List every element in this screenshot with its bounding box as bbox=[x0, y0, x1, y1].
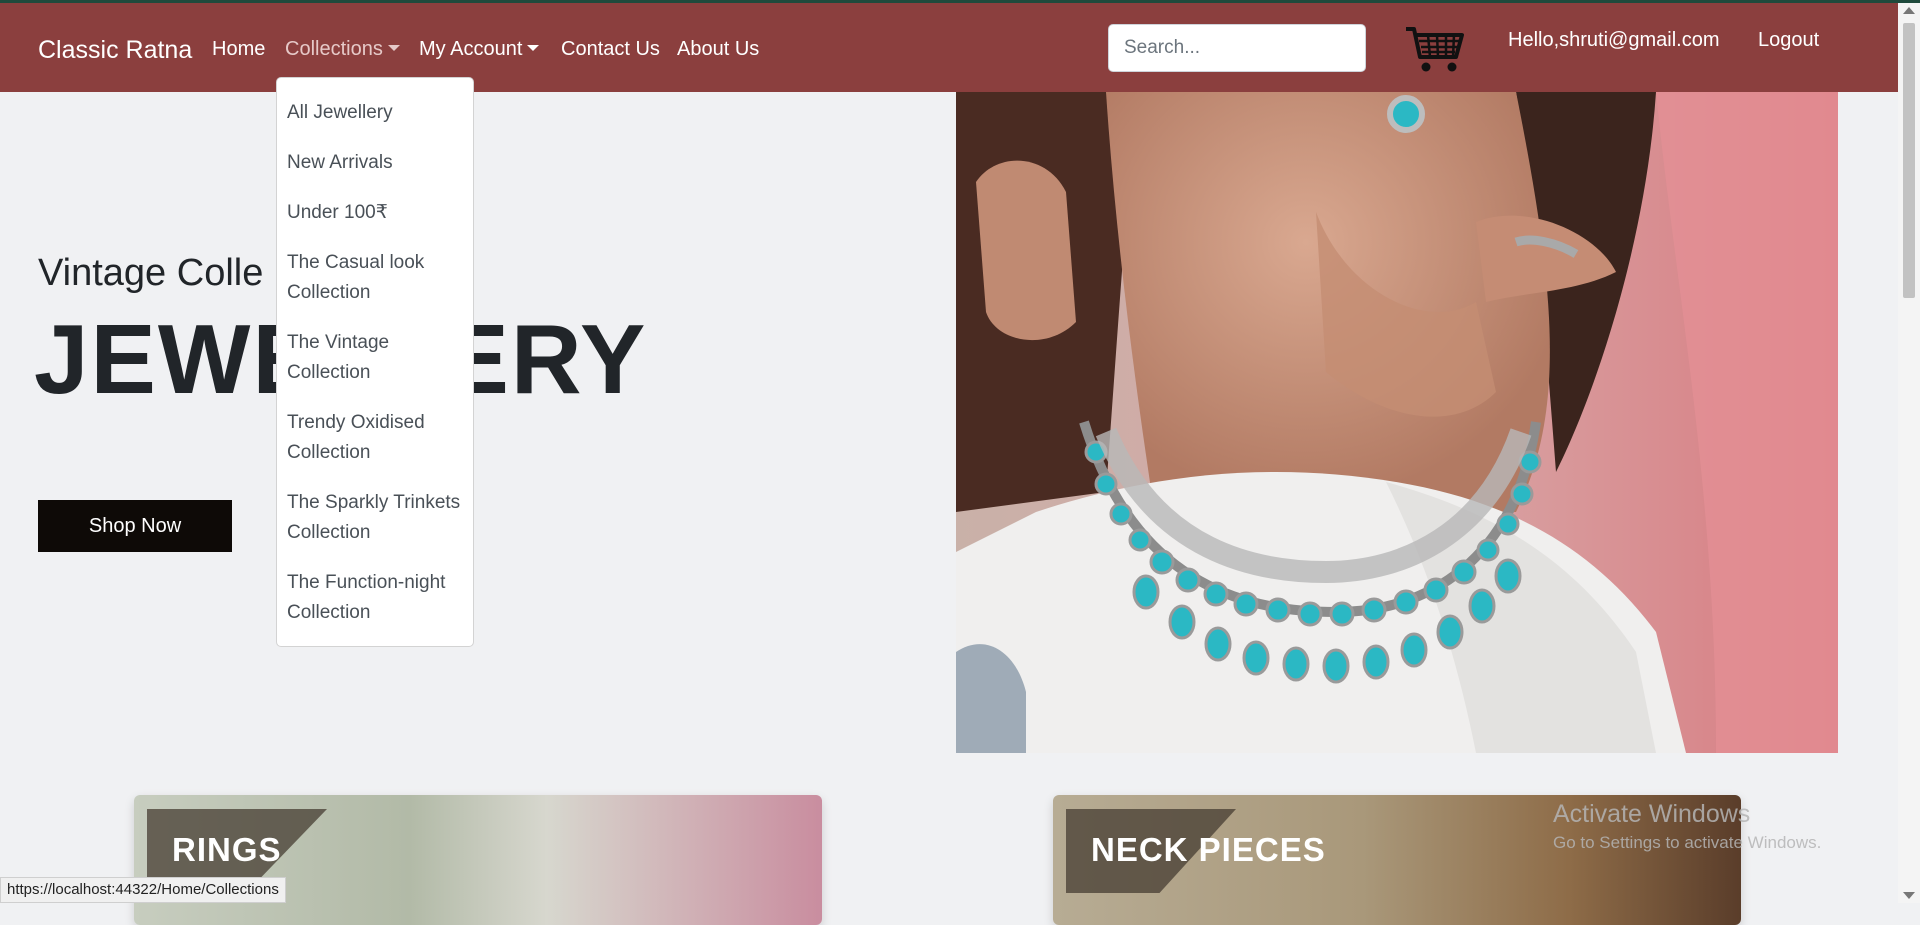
caret-down-icon bbox=[387, 45, 400, 51]
card-title-neck-pieces: NECK PIECES bbox=[1091, 831, 1326, 868]
dropdown-item[interactable]: New Arrivals bbox=[277, 148, 473, 178]
activate-windows-subtitle: Go to Settings to activate Windows. bbox=[1553, 833, 1822, 852]
user-greeting[interactable]: Hello,shruti@gmail.com bbox=[1508, 29, 1719, 52]
dropdown-item[interactable]: The Sparkly Trinkets Collection bbox=[277, 488, 473, 548]
hero-image bbox=[956, 92, 1838, 753]
nav-about[interactable]: About Us bbox=[677, 38, 759, 61]
dropdown-item[interactable]: The Casual look Collection bbox=[277, 248, 473, 308]
browser-status-url: https://localhost:44322/Home/Collections bbox=[0, 877, 286, 903]
collections-dropdown-menu: All Jewellery New Arrivals Under 100₹ Th… bbox=[276, 77, 474, 647]
nav-home[interactable]: Home bbox=[212, 38, 265, 61]
dropdown-item[interactable]: The Function-night Collection bbox=[277, 568, 473, 628]
nav-my-account[interactable]: My Account bbox=[419, 38, 540, 61]
shopping-cart-icon[interactable] bbox=[1404, 23, 1468, 75]
page-scrollbar[interactable] bbox=[1898, 3, 1920, 903]
card-title-rings: RINGS bbox=[172, 831, 282, 868]
scroll-down-arrow-icon[interactable] bbox=[1903, 892, 1915, 899]
category-card-rings[interactable]: RINGS bbox=[134, 795, 822, 925]
nav-my-account-label: My Account bbox=[419, 38, 523, 60]
caret-down-icon bbox=[527, 45, 540, 51]
nav-collections-label: Collections bbox=[285, 38, 383, 60]
nav-collections[interactable]: Collections bbox=[285, 38, 400, 61]
search-input[interactable] bbox=[1108, 24, 1366, 72]
shop-now-button[interactable]: Shop Now bbox=[38, 500, 232, 552]
dropdown-item[interactable]: Trendy Oxidised Collection bbox=[277, 408, 473, 468]
nav-contact[interactable]: Contact Us bbox=[561, 38, 660, 61]
hero-subtitle: Vintage Colle bbox=[38, 252, 264, 294]
logout-link[interactable]: Logout bbox=[1758, 29, 1819, 52]
scrollbar-thumb[interactable] bbox=[1903, 23, 1915, 298]
dropdown-item[interactable]: All Jewellery bbox=[277, 98, 473, 128]
scroll-up-arrow-icon[interactable] bbox=[1903, 7, 1915, 14]
brand-logo[interactable]: Classic Ratna bbox=[38, 36, 192, 65]
activate-windows-title: Activate Windows bbox=[1553, 800, 1751, 828]
dropdown-item[interactable]: The Vintage Collection bbox=[277, 328, 473, 388]
dropdown-item[interactable]: Under 100₹ bbox=[277, 198, 473, 228]
